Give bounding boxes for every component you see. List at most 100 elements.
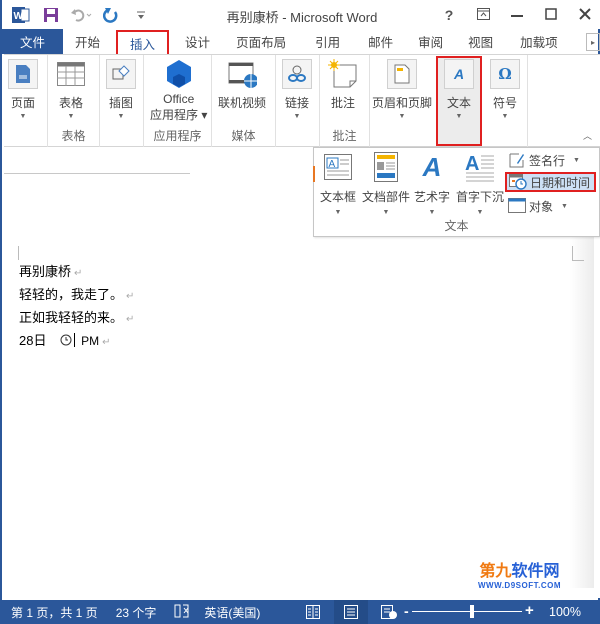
symbols-button[interactable]: Ω 符号 ▼ — [490, 57, 520, 120]
ribbon-display-options-button[interactable] — [466, 7, 500, 23]
paragraph-mark: ↵ — [126, 291, 135, 302]
tab-addins[interactable]: 加载项 — [506, 29, 572, 54]
text-icon: A — [444, 59, 474, 89]
tab-home[interactable]: 开始 — [63, 29, 112, 54]
group-text: A 文本 ▼ — [436, 55, 482, 147]
tab-page-layout[interactable]: 页面布局 — [222, 29, 300, 54]
chevron-down-icon: ▼ — [67, 113, 75, 120]
proofing-icon[interactable] — [174, 604, 190, 621]
date-time-button[interactable]: 日期和时间 — [505, 172, 597, 192]
watermark-logo: 第九软件网 WWW.D9SOFT.COM — [478, 563, 561, 590]
selection-accent — [313, 166, 315, 182]
collapse-ribbon-icon[interactable]: ︿ — [583, 129, 592, 142]
signature-pen-icon — [508, 152, 526, 168]
group-pages: 页面 ▼ — [4, 55, 48, 147]
zoom-level[interactable]: 100% — [549, 605, 581, 619]
read-mode-icon[interactable] — [298, 600, 328, 624]
omega-icon: Ω — [490, 59, 520, 89]
chevron-down-icon: ▼ — [382, 209, 390, 216]
maximize-button[interactable] — [534, 7, 568, 23]
language-indicator[interactable]: 英语(美国) — [204, 604, 260, 621]
web-layout-icon[interactable] — [374, 600, 404, 624]
header-footer-icon — [387, 59, 417, 89]
wordart-button[interactable]: A 艺术字 ▼ — [414, 151, 450, 217]
office-apps-button[interactable]: Office 应用程序 ▾ — [150, 57, 207, 123]
header-footer-button[interactable]: 页眉和页脚 ▼ — [372, 57, 432, 120]
group-tables: 表格 ▼ 表格 — [48, 55, 100, 147]
chevron-down-icon: ▼ — [561, 202, 568, 210]
word-count[interactable]: 23 个字 — [116, 604, 157, 621]
link-icon — [282, 59, 312, 89]
illustrations-button[interactable]: 插图 ▼ — [106, 57, 136, 120]
group-media: 联机视频 媒体 — [212, 55, 276, 147]
ribbon-tabs: 文件 开始 插入 设计 页面布局 引用 邮件 审阅 视图 加载项 ▸ — [2, 29, 600, 54]
group-illustrations: 插图 ▼ — [100, 55, 144, 147]
minimize-button[interactable] — [500, 7, 534, 23]
chevron-down-icon: ▼ — [293, 113, 301, 120]
doc-line: 正如我轻轻的来。 ↵ — [19, 310, 135, 325]
page-count[interactable]: 第 1 页，共 1 页 — [11, 604, 98, 621]
chevron-down-icon: ▼ — [117, 113, 125, 120]
tab-references[interactable]: 引用 — [300, 29, 355, 54]
table-icon — [56, 59, 86, 89]
tab-file[interactable]: 文件 — [2, 29, 64, 54]
drop-cap-button[interactable]: A 首字下沉 ▼ — [456, 152, 504, 216]
zoom-slider-track[interactable] — [412, 611, 522, 612]
object-icon — [508, 198, 526, 214]
word-window: W 再别康桥 - Microsoft Word ? 文件 开始 插入 设计 页面… — [0, 0, 600, 624]
tab-view[interactable]: 视图 — [455, 29, 506, 54]
zoom-in-button[interactable]: + — [525, 602, 534, 619]
doc-line: 再别康桥 ↵ — [19, 264, 83, 279]
help-button[interactable]: ? — [432, 7, 466, 23]
signature-line-button[interactable]: 签名行 ▼ — [508, 150, 580, 170]
shapes-icon — [106, 59, 136, 89]
table-button[interactable]: 表格 ▼ — [56, 57, 86, 120]
quick-parts-icon — [371, 152, 401, 182]
tab-scroll-right-button[interactable]: ▸ — [586, 33, 600, 51]
print-layout-icon[interactable] — [334, 600, 368, 624]
group-apps: Office 应用程序 ▾ 应用程序 — [144, 55, 212, 147]
window-controls: ? — [432, 0, 600, 29]
tab-insert[interactable]: 插入 — [116, 30, 170, 54]
chevron-down-icon: ▼ — [19, 113, 27, 120]
chevron-down-icon: ▼ — [573, 156, 580, 164]
wordart-icon: A — [422, 151, 442, 182]
doc-line: 28日 PM ↵ — [19, 330, 134, 353]
group-links: 链接 ▼ — [276, 55, 320, 147]
chevron-down-icon: ▼ — [501, 113, 509, 120]
close-button[interactable] — [568, 7, 600, 23]
new-comment-button[interactable]: 批注 — [328, 57, 358, 111]
margin-corner-right — [572, 260, 584, 261]
document-body[interactable]: 再别康桥 ↵ 轻轻的，我走了。 ↵ 正如我轻轻的来。 ↵ 28日 PM ↵ — [19, 261, 134, 353]
pages-button[interactable]: 页面 ▼ — [8, 57, 38, 120]
text-box-button[interactable]: A 文本框 ▼ — [320, 152, 356, 216]
text-dropdown-panel: A 文本框 ▼ 文档部件 ▼ A 艺术字 ▼ A 首字下沉 ▼ 签名行 ▼ 日期… — [313, 147, 600, 237]
group-comments: 批注 批注 — [320, 55, 370, 147]
svg-text:A: A — [465, 153, 479, 175]
quick-parts-button[interactable]: 文档部件 ▼ — [362, 152, 410, 216]
links-button[interactable]: 链接 ▼ — [282, 57, 312, 120]
chevron-down-icon: ▼ — [428, 209, 436, 216]
tab-review[interactable]: 审阅 — [406, 29, 455, 54]
paragraph-mark: ↵ — [102, 337, 111, 348]
tab-design[interactable]: 设计 — [173, 29, 222, 54]
zoom-out-button[interactable]: - — [404, 603, 409, 619]
page-icon — [8, 59, 38, 89]
text-cursor — [74, 333, 76, 347]
text-box-icon: A — [323, 152, 353, 182]
group-header-footer: 页眉和页脚 ▼ — [370, 55, 434, 147]
chevron-down-icon: ▼ — [398, 113, 406, 120]
text-button[interactable]: A 文本 ▼ — [444, 57, 474, 120]
chevron-down-icon: ▼ — [455, 113, 463, 120]
tab-mailings[interactable]: 邮件 — [355, 29, 406, 54]
online-video-button[interactable]: 联机视频 — [218, 57, 266, 111]
paragraph-mark: ↵ — [126, 314, 135, 325]
margin-corner-left — [18, 246, 19, 260]
calendar-clock-icon — [509, 174, 527, 190]
zoom-slider-thumb[interactable] — [470, 605, 474, 618]
ruler — [4, 164, 190, 174]
doc-line: 轻轻的，我走了。 ↵ — [19, 287, 135, 302]
object-button[interactable]: 对象 ▼ — [508, 196, 568, 216]
margin-corner-right — [572, 246, 573, 260]
paragraph-mark: ↵ — [74, 268, 83, 279]
